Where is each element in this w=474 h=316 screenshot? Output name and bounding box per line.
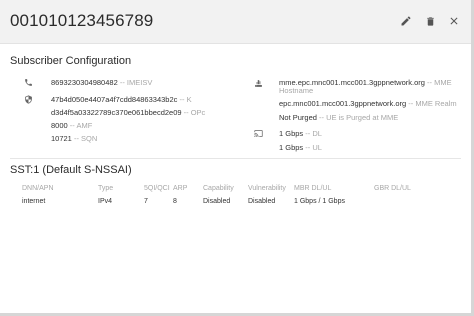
vulnerability-cell: Disabled xyxy=(248,197,276,205)
column-header: DNN/APN xyxy=(22,184,54,192)
opc-row: d3d4f5a03322789c370e061bbecd2e09 -- OPc xyxy=(51,108,205,117)
imeisv-row: 8693230304980482 -- IMEISV xyxy=(51,78,152,87)
imeisv-label: IMEISV xyxy=(126,78,153,87)
sqn-row: 10721 -- SQN xyxy=(51,134,97,143)
purge-label: UE is Purged at MME xyxy=(326,113,399,122)
purge-value: Not Purged xyxy=(279,113,317,122)
mme-hostname-separator: -- xyxy=(424,78,435,87)
table-header-row: DNN/APN Type 5QI/QCI ARP Capability Vuln… xyxy=(22,182,424,194)
k-row: 47b4d050e4407a4f7cdd84863343b2c -- K xyxy=(51,95,192,104)
purge-row: Not Purged -- UE is Purged at MME xyxy=(279,113,398,122)
purge-separator: -- xyxy=(316,113,327,122)
dnn-cell: internet xyxy=(22,197,46,205)
column-header: 5QI/QCI xyxy=(144,184,170,192)
ambr-dl-label: DL xyxy=(312,129,322,138)
column-header: Vulnerability xyxy=(248,184,286,192)
pencil-icon[interactable] xyxy=(399,13,413,29)
column-header: Type xyxy=(98,184,114,192)
dialog-header: 001010123456789 xyxy=(0,0,471,44)
ambr-ul-row: 1 Gbps -- UL xyxy=(279,143,322,152)
ambr-dl-value: 1 Gbps xyxy=(279,129,304,138)
shield-icon xyxy=(23,94,33,104)
mme-realm-row: epc.mnc001.mcc001.3gppnetwork.org -- MME… xyxy=(279,99,457,108)
column-header: MBR DL/UL xyxy=(294,184,332,192)
mme-realm-label: MME Realm xyxy=(415,99,457,108)
gbr-cell xyxy=(374,194,424,208)
amf-label: AMF xyxy=(76,121,93,130)
header-actions xyxy=(399,13,461,29)
imeisv-value: 8693230304980482 xyxy=(51,78,118,87)
cast-icon xyxy=(253,128,263,138)
mme-realm-value: epc.mnc001.mcc001.3gppnetwork.org xyxy=(279,99,407,108)
dialog-title: 001010123456789 xyxy=(10,11,154,30)
opc-separator: -- xyxy=(181,108,191,117)
ambr-dl-row: 1 Gbps -- DL xyxy=(279,129,322,138)
type-cell: IPv4 xyxy=(98,197,113,205)
slice-heading: SST:1 (Default S-NSSAI) xyxy=(10,164,132,176)
mme-hostname-label-1: MME xyxy=(434,78,452,87)
ambr-ul-separator: -- xyxy=(303,143,313,152)
opc-label: OPc xyxy=(190,108,206,117)
sqn-separator: -- xyxy=(71,134,82,143)
amf-row: 8000 -- AMF xyxy=(51,121,92,130)
mme-hostname-label-2: Hostname xyxy=(279,86,314,95)
k-value: 47b4d050e4407a4f7cdd84863343b2c xyxy=(51,95,178,104)
column-header: GBR DL/UL xyxy=(374,184,411,192)
session-table: DNN/APN Type 5QI/QCI ARP Capability Vuln… xyxy=(22,182,424,208)
server-icon xyxy=(253,78,263,88)
ambr-ul-label: UL xyxy=(312,143,322,152)
column-header: Capability xyxy=(203,184,234,192)
subscriber-configuration-heading: Subscriber Configuration xyxy=(10,55,132,67)
qci-cell: 7 xyxy=(144,197,148,205)
k-separator: -- xyxy=(177,95,187,104)
ambr-ul-value: 1 Gbps xyxy=(279,143,304,152)
close-icon[interactable] xyxy=(447,13,461,29)
ambr-dl-separator: -- xyxy=(303,129,313,138)
sqn-label: SQN xyxy=(81,134,98,143)
subscriber-detail-dialog: 001010123456789 Subscriber Configuration… xyxy=(0,0,474,316)
capability-cell: Disabled xyxy=(203,197,231,205)
amf-value: 8000 xyxy=(51,121,68,130)
table-row: internet IPv4 7 8 Disabled Disabled 1 Gb… xyxy=(22,194,424,208)
phone-icon xyxy=(23,77,33,87)
sqn-value: 10721 xyxy=(51,134,72,143)
trash-icon[interactable] xyxy=(423,13,437,29)
section-divider xyxy=(10,158,461,159)
column-header: ARP xyxy=(173,184,188,192)
mme-realm-separator: -- xyxy=(406,99,416,108)
mbr-cell: 1 Gbps / 1 Gbps xyxy=(294,197,345,205)
arp-cell: 8 xyxy=(173,197,177,205)
imeisv-separator: -- xyxy=(117,78,127,87)
opc-value: d3d4f5a03322789c370e061bbecd2e09 xyxy=(51,108,182,117)
k-label: K xyxy=(186,95,192,104)
